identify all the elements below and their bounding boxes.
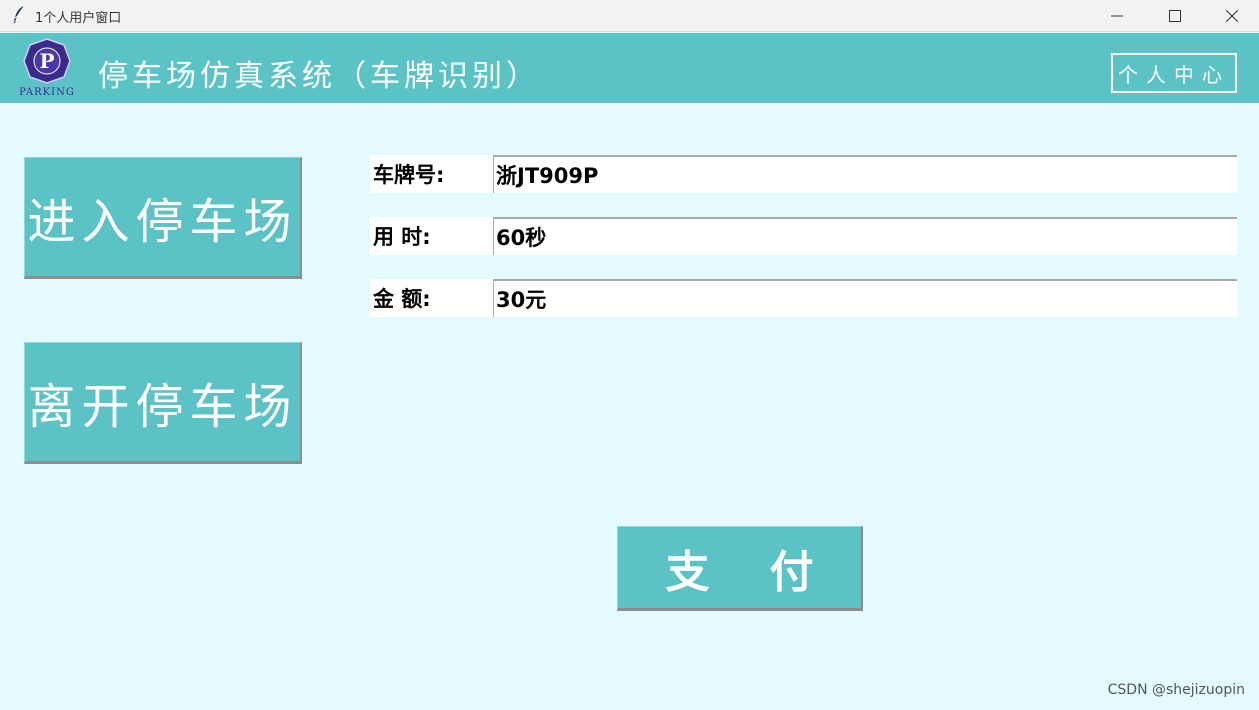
close-icon <box>1226 10 1238 22</box>
plate-label: 车牌号: <box>370 155 493 193</box>
parking-logo-icon: P <box>23 38 71 84</box>
pay-button[interactable]: 支付 <box>617 526 863 611</box>
minimize-button[interactable] <box>1094 0 1140 32</box>
amount-label: 金 额: <box>370 279 493 317</box>
window-title: 1个人用户窗口 <box>35 11 122 26</box>
logo-text: PARKING <box>19 87 75 98</box>
time-field[interactable]: 60秒 <box>493 217 1237 255</box>
time-label: 用 时: <box>370 217 493 255</box>
logo-letter: P <box>39 49 54 73</box>
parking-logo: P PARKING <box>12 37 82 99</box>
leave-parking-button[interactable]: 离开停车场 <box>24 342 302 464</box>
maximize-button[interactable] <box>1152 0 1198 32</box>
personal-center-button[interactable]: 个人中心 <box>1111 53 1237 93</box>
enter-parking-button[interactable]: 进入停车场 <box>24 157 302 279</box>
app-header: P PARKING 停车场仿真系统（车牌识别） 个人中心 <box>0 33 1259 103</box>
amount-field[interactable]: 30元 <box>493 279 1237 317</box>
plate-field[interactable]: 浙JT909P <box>493 155 1237 193</box>
maximize-icon <box>1169 10 1181 22</box>
watermark: CSDN @shejizuopin <box>1107 682 1245 698</box>
page-title: 停车场仿真系统（车牌识别） <box>98 59 540 94</box>
minimize-icon <box>1111 15 1123 17</box>
feather-icon <box>14 5 25 23</box>
window-titlebar[interactable]: 1个人用户窗口 <box>0 0 1259 32</box>
close-button[interactable] <box>1209 0 1255 32</box>
